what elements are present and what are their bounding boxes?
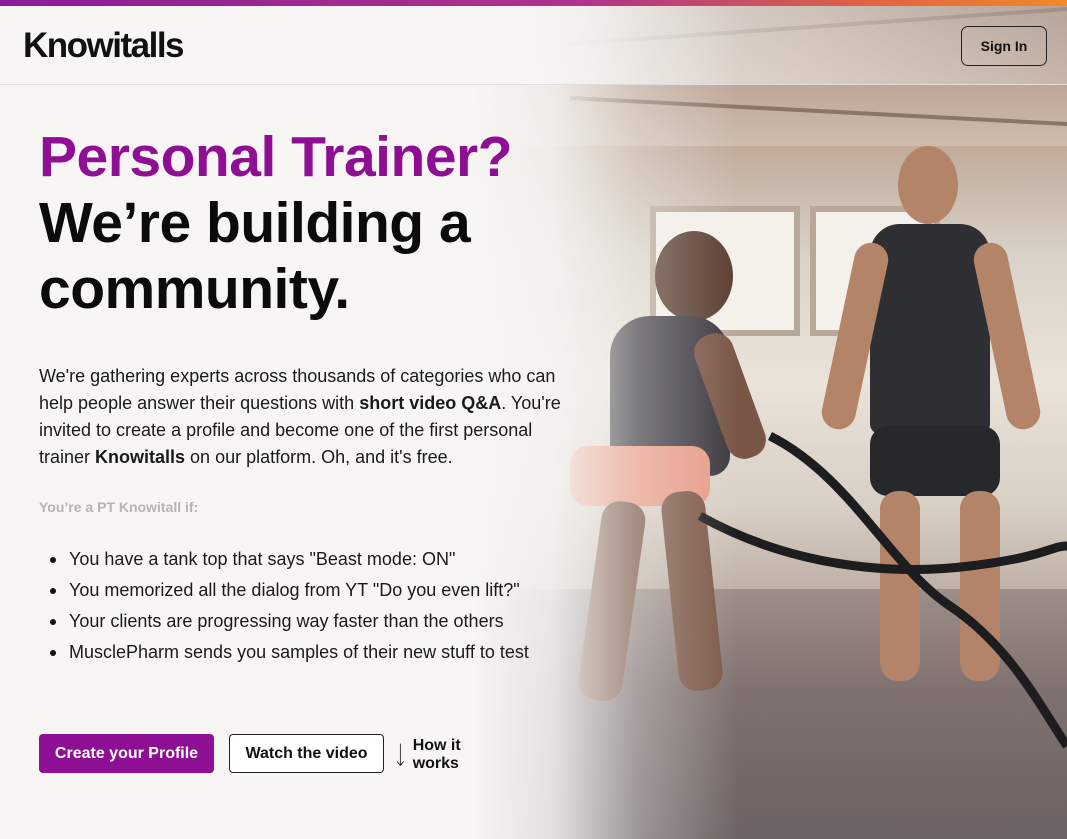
list-item: Your clients are progressing way faster … [39, 606, 529, 637]
checklist-label: You’re a PT Knowitall if: [39, 499, 199, 515]
page-title: Personal Trainer? We’re building a commu… [39, 124, 599, 322]
title-rest: We’re building a community. [39, 191, 471, 321]
intro-bold-2: Knowitalls [95, 447, 186, 467]
sign-in-button[interactable]: Sign In [961, 26, 1047, 66]
hero-heading: Personal Trainer? We’re building a commu… [39, 124, 599, 322]
arrow-down-icon [396, 743, 404, 766]
intro-text-3: on our platform. Oh, and it's free. [185, 447, 453, 467]
intro-paragraph: We're gathering experts across thousands… [39, 363, 569, 471]
watch-video-button[interactable]: Watch the video [229, 734, 384, 773]
site-header: Knowitalls Sign In [0, 6, 1067, 85]
brand-logo[interactable]: Knowitalls [23, 26, 185, 66]
intro-bold-1: short video Q&A [359, 393, 502, 413]
how-it-works-label: How it works [412, 737, 461, 772]
checklist: You have a tank top that says "Beast mod… [39, 544, 529, 668]
how-it-works-link[interactable]: How it works [396, 734, 466, 776]
create-profile-button[interactable]: Create your Profile [39, 734, 214, 773]
list-item: You have a tank top that says "Beast mod… [39, 544, 529, 575]
list-item: You memorized all the dialog from YT "Do… [39, 575, 529, 606]
brand-gradient-bar [0, 0, 1067, 6]
title-accent: Personal Trainer? [39, 125, 513, 189]
list-item: MusclePharm sends you samples of their n… [39, 637, 529, 668]
